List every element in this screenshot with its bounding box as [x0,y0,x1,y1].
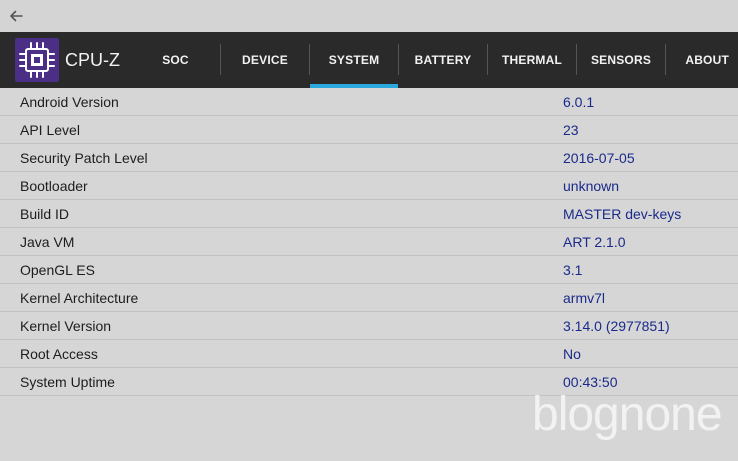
info-row-build-id: Build ID MASTER dev-keys [0,200,738,228]
back-button[interactable] [4,4,28,28]
info-row-security-patch: Security Patch Level 2016-07-05 [0,144,738,172]
info-row-opengl-es: OpenGL ES 3.1 [0,256,738,284]
tab-label: SOC [162,53,189,67]
app-title: CPU-Z [65,50,120,70]
info-row-api-level: API Level 23 [0,116,738,144]
info-row-android-version: Android Version 6.0.1 [0,88,738,116]
system-top-bar [0,0,738,32]
row-label: System Uptime [20,374,115,390]
tab-about[interactable]: ABOUT [666,32,738,88]
row-label: Kernel Architecture [20,290,139,306]
tab-thermal[interactable]: THERMAL [488,32,576,88]
app-logo [15,38,59,82]
row-label: OpenGL ES [20,262,95,278]
row-label: Build ID [20,206,70,222]
row-value: unknown [563,178,620,194]
row-label: Java VM [20,234,75,250]
row-value: 2016-07-05 [563,150,635,166]
row-label: Bootloader [20,178,88,194]
tab-label: THERMAL [501,53,563,67]
tab-label: ABOUT [685,53,729,67]
row-value: ART 2.1.0 [563,234,626,250]
row-label: Security Patch Level [20,150,148,166]
row-value: 3.14.0 (2977851) [563,318,670,334]
row-value: 3.1 [563,262,583,278]
tab-label: BATTERY [414,53,472,67]
tab-device[interactable]: DEVICE [221,32,309,88]
tab-label: DEVICE [242,53,288,67]
row-label: Root Access [20,346,98,362]
tab-sensors[interactable]: SENSORS [577,32,665,88]
blognone-watermark: blognone [532,388,723,441]
tab-battery[interactable]: BATTERY [399,32,487,88]
row-label: Kernel Version [20,318,112,334]
row-value: 23 [563,122,579,138]
info-row-bootloader: Bootloader unknown [0,172,738,200]
arrow-left-icon [10,10,23,22]
cpu-chip-icon [19,42,55,78]
row-label: Android Version [20,94,119,110]
row-label: API Level [20,122,80,138]
info-row-kernel-version: Kernel Version 3.14.0 (2977851) [0,312,738,340]
row-value: 6.0.1 [563,94,595,110]
info-row-root-access: Root Access No [0,340,738,368]
tab-label: SYSTEM [328,53,380,67]
tab-system[interactable]: SYSTEM [310,32,398,88]
tab-label: SENSORS [590,53,652,67]
app-bar: CPU-Z SOC DEVICE SYSTEM BATTERY THERMAL … [0,32,738,88]
system-info-list: Android Version 6.0.1 API Level 23 Secur… [0,88,738,396]
row-value: No [563,346,581,362]
tab-soc[interactable]: SOC [131,32,220,88]
info-row-kernel-architecture: Kernel Architecture armv7l [0,284,738,312]
row-value: MASTER dev-keys [563,206,682,222]
info-row-java-vm: Java VM ART 2.1.0 [0,228,738,256]
row-value: armv7l [563,290,606,306]
